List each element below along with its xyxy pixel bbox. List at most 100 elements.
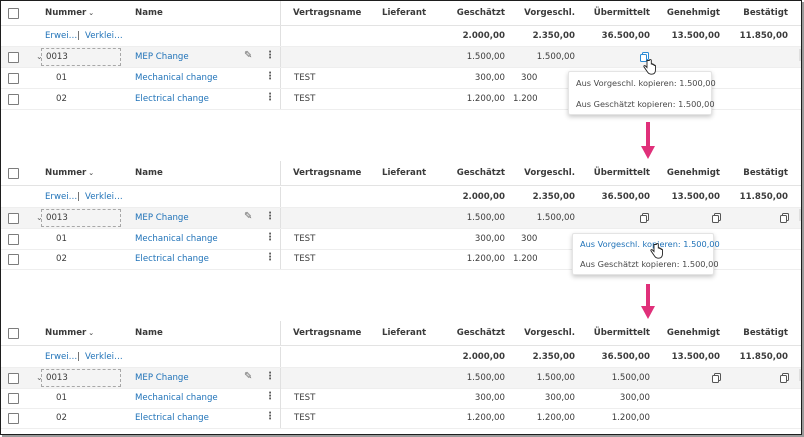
kebab-menu-icon[interactable]: ⋮ xyxy=(265,211,275,222)
collapse-all-link[interactable]: Verklei… xyxy=(85,187,123,207)
pencil-icon[interactable]: ✎ xyxy=(244,211,252,222)
col-vorgeschl-header[interactable]: Vorgeschl. xyxy=(511,1,575,25)
table-row-group[interactable]: ⌄ 0013 MEP Change ✎ ⋮ 1.500,00 1.500,00 xyxy=(1,208,801,229)
column-divider xyxy=(280,89,281,109)
kebab-menu-icon[interactable]: ⋮ xyxy=(265,252,275,263)
kebab-menu-icon[interactable]: ⋮ xyxy=(265,50,275,61)
col-vertragsname-header[interactable]: Vertragsname xyxy=(293,1,361,25)
row-name-link[interactable]: Mechanical change xyxy=(135,229,218,249)
copy-icon[interactable] xyxy=(780,373,789,383)
collapse-all-link[interactable]: Verklei… xyxy=(85,26,123,46)
col-lieferant-header[interactable]: Lieferant xyxy=(382,161,426,185)
copy-from-vorgeschl-item[interactable]: Aus Vorgeschl. kopieren: 1.500,00 xyxy=(573,234,720,254)
collapse-all-link[interactable]: Verklei… xyxy=(85,347,123,367)
col-genehmigt-header[interactable]: Genehmigt xyxy=(656,1,720,25)
copy-icon[interactable] xyxy=(712,213,721,223)
table-row-group[interactable]: ⌄ 0013 MEP Change ✎ ⋮ 1.500,00 1.500,00 xyxy=(1,47,801,68)
col-genehmigt-header[interactable]: Genehmigt xyxy=(656,161,720,185)
nummer-value: 0013 xyxy=(46,52,68,62)
nummer-cell-focused[interactable]: 0013 xyxy=(41,209,121,227)
row-name-link[interactable]: Mechanical change xyxy=(135,68,218,88)
col-nummer-header[interactable]: Nummer ⌄ xyxy=(45,161,94,185)
col-geschaetzt-header[interactable]: Geschätzt xyxy=(441,1,505,25)
select-all-checkbox[interactable] xyxy=(8,168,19,179)
col-bestaetigt-header[interactable]: Bestätigt xyxy=(726,1,788,25)
scrollbar-thumb[interactable] xyxy=(799,49,801,61)
group-name-link[interactable]: MEP Change xyxy=(135,208,189,228)
row-checkbox[interactable] xyxy=(8,234,19,245)
group-vorgeschl: 1.500,00 xyxy=(536,52,575,62)
col-bestaetigt-header[interactable]: Bestätigt xyxy=(726,161,788,185)
copy-from-vorgeschl-item[interactable]: Aus Vorgeschl. kopieren: 1.500,00 xyxy=(569,72,716,93)
row-checkbox[interactable] xyxy=(8,73,19,84)
col-label: Übermittelt xyxy=(593,168,650,178)
row-checkbox[interactable] xyxy=(8,393,19,404)
col-geschaetzt-header[interactable]: Geschätzt xyxy=(441,161,505,185)
copy-from-geschaetzt-item[interactable]: Aus Geschätzt kopieren: 1.500,00 xyxy=(573,254,719,274)
table-row-group[interactable]: ⌄ 0013 MEP Change ✎ ⋮ 1.500,00 1.500,00 … xyxy=(1,368,801,389)
scrollbar-thumb[interactable] xyxy=(799,209,801,221)
expand-all-link[interactable]: Erwei… xyxy=(45,347,77,367)
row-checkbox[interactable] xyxy=(8,373,19,384)
col-vertragsname-header[interactable]: Vertragsname xyxy=(293,321,361,345)
kebab-menu-icon[interactable]: ⋮ xyxy=(265,411,275,422)
col-lieferant-header[interactable]: Lieferant xyxy=(382,321,426,345)
col-name-header[interactable]: Name xyxy=(135,321,163,345)
row-geschaetzt: 300,00 xyxy=(474,234,505,244)
table-row[interactable]: 02 Electrical change ⋮ TEST 1.200,00 1.2… xyxy=(1,408,801,429)
column-divider[interactable] xyxy=(280,1,281,25)
col-label: Übermittelt xyxy=(593,328,650,338)
expand-all-link[interactable]: Erwei… xyxy=(45,187,77,207)
select-all-checkbox[interactable] xyxy=(8,8,19,19)
row-name-link[interactable]: Mechanical change xyxy=(135,388,218,408)
col-bestaetigt-header[interactable]: Bestätigt xyxy=(726,321,788,345)
row-name-link[interactable]: Electrical change xyxy=(135,249,209,269)
nummer-cell-focused[interactable]: 0013 xyxy=(41,48,121,66)
pencil-icon[interactable]: ✎ xyxy=(244,371,252,382)
row-checkbox[interactable] xyxy=(8,413,19,424)
col-vertragsname-header[interactable]: Vertragsname xyxy=(293,161,361,185)
col-genehmigt-header[interactable]: Genehmigt xyxy=(656,321,720,345)
row-checkbox[interactable] xyxy=(8,213,19,224)
col-name-header[interactable]: Name xyxy=(135,161,163,185)
column-divider[interactable] xyxy=(280,321,281,345)
col-vorgeschl-header[interactable]: Vorgeschl. xyxy=(511,161,575,185)
group-name-link[interactable]: MEP Change xyxy=(135,368,189,388)
expand-all-link[interactable]: Erwei… xyxy=(45,26,77,46)
col-vorgeschl-header[interactable]: Vorgeschl. xyxy=(511,321,575,345)
col-nummer-header[interactable]: Nummer ⌄ xyxy=(45,321,94,345)
sum-bestaetigt: 11.850,00 xyxy=(739,31,788,41)
kebab-menu-icon[interactable]: ⋮ xyxy=(265,391,275,402)
kebab-menu-icon[interactable]: ⋮ xyxy=(265,232,275,243)
copy-icon[interactable] xyxy=(780,213,789,223)
row-name-link[interactable]: Electrical change xyxy=(135,89,209,109)
scrollbar-thumb[interactable] xyxy=(799,369,801,381)
group-name-link[interactable]: MEP Change xyxy=(135,47,189,67)
col-geschaetzt-header[interactable]: Geschätzt xyxy=(441,321,505,345)
nummer-cell-focused[interactable]: 0013 xyxy=(41,369,121,387)
col-name-header[interactable]: Name xyxy=(135,1,163,25)
col-uebermittelt-header[interactable]: Übermittelt xyxy=(583,161,650,185)
col-lieferant-header[interactable]: Lieferant xyxy=(382,1,426,25)
column-divider[interactable] xyxy=(280,161,281,185)
row-name-link[interactable]: Electrical change xyxy=(135,408,209,428)
col-label: Name xyxy=(135,328,163,338)
copy-icon[interactable] xyxy=(640,213,649,223)
kebab-menu-icon[interactable]: ⋮ xyxy=(265,71,275,82)
col-label: Nummer xyxy=(45,8,87,18)
row-checkbox[interactable] xyxy=(8,254,19,265)
table-row[interactable]: 01 Mechanical change ⋮ TEST 300,00 300,0… xyxy=(1,388,801,409)
col-uebermittelt-header[interactable]: Übermittelt xyxy=(583,321,650,345)
copy-from-geschaetzt-item[interactable]: Aus Geschätzt kopieren: 1.500,00 xyxy=(569,93,715,114)
col-nummer-header[interactable]: Nummer ⌄ xyxy=(45,1,94,25)
kebab-menu-icon[interactable]: ⋮ xyxy=(265,92,275,103)
pencil-icon[interactable]: ✎ xyxy=(244,50,252,61)
row-checkbox[interactable] xyxy=(8,94,19,105)
copy-icon[interactable] xyxy=(712,373,721,383)
select-all-checkbox[interactable] xyxy=(8,328,19,339)
col-uebermittelt-header[interactable]: Übermittelt xyxy=(583,1,650,25)
row-checkbox[interactable] xyxy=(8,52,19,63)
column-divider xyxy=(280,26,281,46)
sum-uebermittelt: 36.500,00 xyxy=(601,352,650,362)
kebab-menu-icon[interactable]: ⋮ xyxy=(265,371,275,382)
